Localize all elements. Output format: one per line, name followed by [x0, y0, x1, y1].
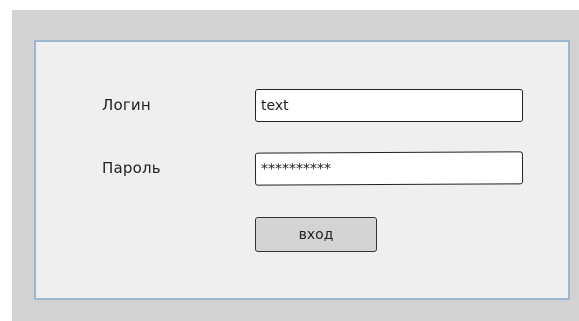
login-button[interactable]: вход	[255, 217, 377, 252]
password-label: Пароль	[102, 159, 161, 177]
login-field[interactable]	[255, 89, 523, 122]
login-dialog: Логин Пароль вход	[34, 40, 570, 300]
password-field[interactable]	[254, 151, 524, 186]
login-label: Логин	[102, 96, 151, 114]
